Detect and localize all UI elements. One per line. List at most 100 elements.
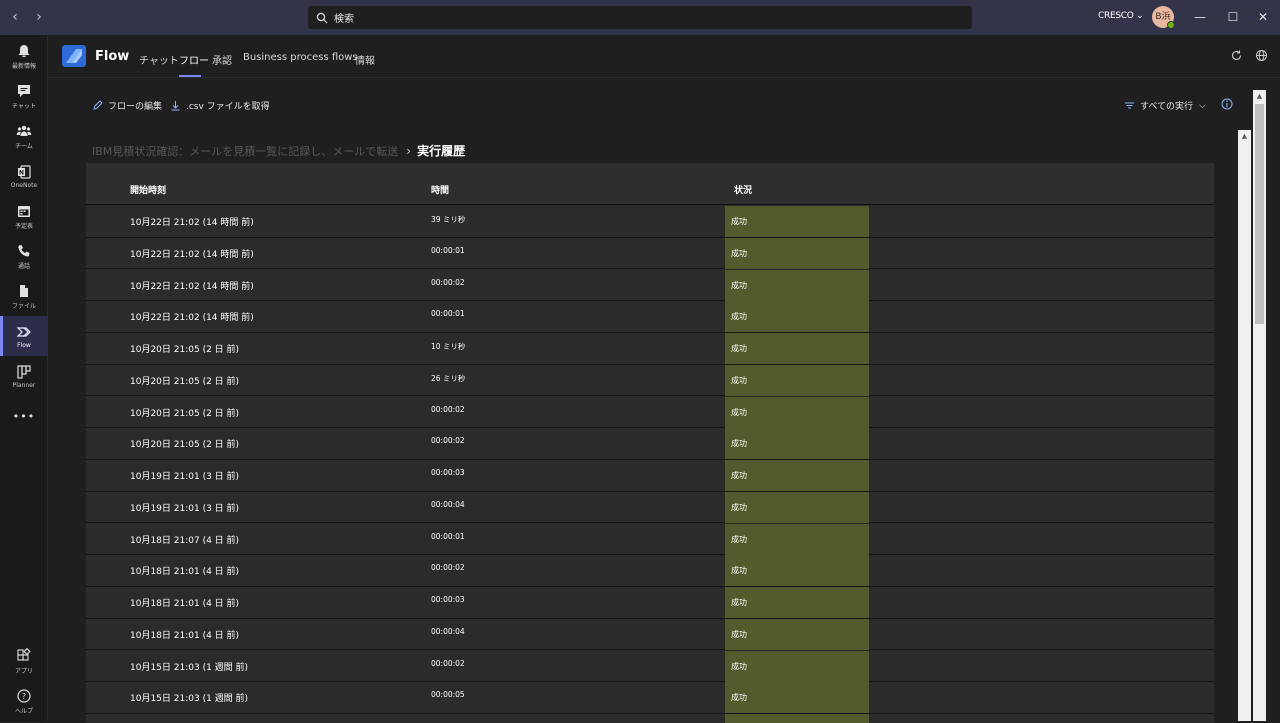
status-label: 成功 <box>731 312 747 322</box>
table-row[interactable]: 10月20日 21:05 (2 日 前) 10 ミリ秒 成功 <box>86 333 1214 365</box>
rail-item-files[interactable]: ファイル <box>0 276 48 316</box>
flow-icon <box>16 326 31 337</box>
run-start-time: 10月20日 21:05 (2 日 前) <box>130 376 240 387</box>
column-header-duration[interactable]: 時間 <box>431 183 449 196</box>
table-row[interactable]: 10月18日 21:01 (4 日 前) 00:00:02 成功 <box>86 555 1214 587</box>
page-title: 実行履歴 <box>417 144 466 158</box>
run-start-time: 10月19日 21:01 (3 日 前) <box>130 503 240 514</box>
tab-chat[interactable]: チャット <box>139 52 179 67</box>
active-tab-indicator <box>179 75 201 77</box>
rail-item-onenote[interactable]: N OneNote <box>0 156 48 196</box>
rail-item-flow[interactable]: Flow <box>0 316 48 356</box>
filter-icon <box>1125 102 1134 109</box>
table-row[interactable]: 10月19日 21:01 (3 日 前) 00:00:04 成功 <box>86 491 1214 524</box>
teams-icon <box>16 125 32 136</box>
maximize-icon[interactable]: ☐ <box>1225 9 1241 25</box>
status-label: 成功 <box>731 693 747 703</box>
column-header-start[interactable]: 開始時刻 <box>130 183 166 196</box>
status-label: 成功 <box>731 439 747 449</box>
filter-runs-dropdown[interactable]: すべての実行 ⌵ <box>1124 99 1206 112</box>
rail-item-help[interactable]: ? ヘルプ <box>0 681 48 721</box>
status-label: 成功 <box>731 661 747 671</box>
scroll-up-icon[interactable]: ▲ <box>1238 130 1251 142</box>
rail-item-planner[interactable]: Planner <box>0 356 48 396</box>
more-apps-button[interactable]: ••• <box>0 396 48 436</box>
rail-item-teams[interactable]: チーム <box>0 116 48 156</box>
table-row[interactable] <box>86 714 1214 723</box>
tab-about[interactable]: 情報 <box>355 52 375 67</box>
tab-business-process-flows[interactable]: Business process flows <box>243 52 358 63</box>
status-badge: 成功 <box>725 682 869 714</box>
table-row[interactable]: 10月20日 21:05 (2 日 前) 26 ミリ秒 成功 <box>86 364 1214 397</box>
table-scrollbar[interactable]: ▲ <box>1238 130 1251 721</box>
tab-flows[interactable]: フロー <box>179 52 209 67</box>
scroll-thumb[interactable] <box>1255 104 1264 324</box>
org-switcher[interactable]: CRESCO ⌄ <box>1098 11 1144 21</box>
breadcrumb-flow-name[interactable]: IBM見積状況確認：メールを見積一覧に記録し、メールで転送 <box>92 143 398 159</box>
rail-item-label: OneNote <box>10 181 38 189</box>
status-label: 成功 <box>731 407 747 417</box>
run-start-time: 10月22日 21:02 (14 時間 前) <box>130 313 254 324</box>
column-header-status[interactable]: 状況 <box>734 183 752 196</box>
get-csv-button[interactable]: .csv ファイルを取得 <box>170 99 270 112</box>
globe-icon[interactable] <box>1255 49 1268 62</box>
close-icon[interactable]: ✕ <box>1255 9 1271 25</box>
scroll-up-icon[interactable]: ▲ <box>1253 90 1266 102</box>
rail-item-calls[interactable]: 通話 <box>0 236 48 276</box>
info-icon[interactable] <box>1221 98 1233 110</box>
rail-item-apps[interactable]: アプリ <box>0 641 48 681</box>
rail-item-label: アプリ <box>14 667 33 675</box>
table-row[interactable]: 10月18日 21:01 (4 日 前) 00:00:03 成功 <box>86 587 1214 619</box>
table-row[interactable]: 10月22日 21:02 (14 時間 前) 00:00:02 成功 <box>86 269 1214 302</box>
pencil-icon <box>93 100 103 110</box>
table-row[interactable]: 10月20日 21:05 (2 日 前) 00:00:02 成功 <box>86 396 1214 429</box>
run-duration: 00:00:03 <box>431 468 465 477</box>
run-duration: 00:00:03 <box>431 595 465 604</box>
back-arrow-icon[interactable]: ‹ <box>8 8 22 26</box>
search-input[interactable]: 検索 <box>308 6 972 29</box>
table-row[interactable]: 10月22日 21:02 (14 時間 前) 39 ミリ秒 成功 <box>86 206 1214 238</box>
rail-item-label: チーム <box>15 142 33 150</box>
breadcrumb: IBM見積状況確認：メールを見積一覧に記録し、メールで転送 › 実行履歴 <box>92 142 465 159</box>
status-badge: 成功 <box>725 587 869 618</box>
table-row[interactable]: 10月15日 21:03 (1 週間 前) 00:00:02 成功 <box>86 650 1214 683</box>
status-badge: 成功 <box>725 301 869 333</box>
table-row[interactable]: 10月19日 21:01 (3 日 前) 00:00:03 成功 <box>86 460 1214 492</box>
run-duration: 00:00:01 <box>431 309 465 319</box>
rail-item-label: 予定表 <box>14 222 33 230</box>
status-badge: 成功 <box>725 333 869 364</box>
table-row[interactable]: 10月18日 21:07 (4 日 前) 00:00:01 成功 <box>86 523 1214 556</box>
run-start-time: 10月20日 21:05 (2 日 前) <box>130 408 240 419</box>
flow-logo-icon <box>62 45 86 67</box>
rail-item-label: 通話 <box>17 262 30 270</box>
run-duration: 00:00:02 <box>431 404 465 414</box>
rail-item-activity[interactable]: 最新情報 <box>0 36 48 76</box>
run-duration: 00:00:02 <box>431 436 465 446</box>
app-rail: 最新情報 チャット チーム N OneNote 予定表 通話 ファイル Flow… <box>0 35 48 721</box>
table-row[interactable]: 10月18日 21:01 (4 日 前) 00:00:04 成功 <box>86 618 1214 651</box>
page-scrollbar[interactable]: ▲ <box>1253 90 1266 721</box>
run-duration: 00:00:01 <box>431 531 465 541</box>
table-row[interactable]: 10月22日 21:02 (14 時間 前) 00:00:01 成功 <box>86 237 1214 270</box>
help-icon: ? <box>17 688 31 703</box>
run-start-time: 10月20日 21:05 (2 日 前) <box>130 440 240 451</box>
rail-item-label: Planner <box>12 381 36 389</box>
table-row[interactable]: 10月20日 21:05 (2 日 前) 00:00:02 成功 <box>86 428 1214 460</box>
forward-arrow-icon[interactable]: › <box>32 8 46 26</box>
status-badge: 成功 <box>725 396 869 428</box>
onenote-icon: N <box>18 164 31 179</box>
edit-flow-button[interactable]: フローの編集 <box>92 99 162 112</box>
rail-item-chat[interactable]: チャット <box>0 76 48 116</box>
refresh-icon[interactable] <box>1230 49 1243 62</box>
table-row[interactable]: 10月15日 21:03 (1 週間 前) 00:00:05 成功 <box>86 682 1214 714</box>
minimize-icon[interactable]: — <box>1192 9 1208 25</box>
table-row[interactable]: 10月22日 21:02 (14 時間 前) 00:00:01 成功 <box>86 301 1214 333</box>
app-name: Flow <box>95 49 130 64</box>
rail-item-calendar[interactable]: 予定表 <box>0 196 48 236</box>
status-badge: 成功 <box>725 650 869 682</box>
run-start-time: 10月22日 21:02 (14 時間 前) <box>130 249 254 260</box>
avatar[interactable]: B浜 <box>1152 6 1175 29</box>
run-duration: 10 ミリ秒 <box>431 342 466 351</box>
tab-approvals[interactable]: 承認 <box>212 52 232 67</box>
rail-item-label: ヘルプ <box>14 707 33 715</box>
